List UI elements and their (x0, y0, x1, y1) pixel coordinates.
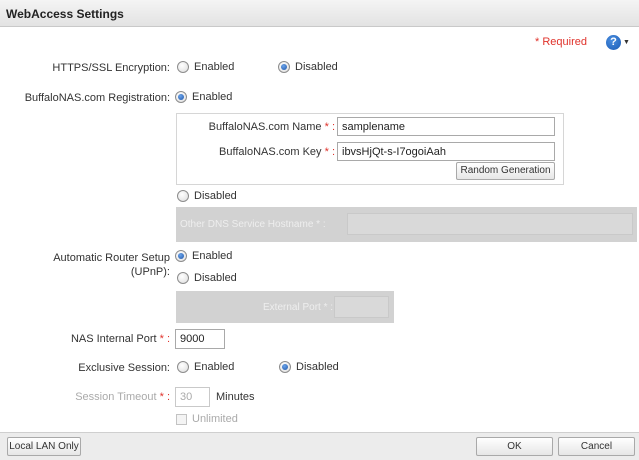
other-dns-label: Other DNS Service Hostname * : (180, 219, 326, 230)
registration-label: BuffaloNAS.com Registration: (24, 92, 170, 104)
help-menu-button[interactable]: ? ▼ (606, 33, 632, 51)
radio-icon (177, 190, 189, 202)
internal-port-input[interactable] (175, 329, 225, 349)
unlimited-checkbox[interactable]: Unlimited (176, 413, 238, 425)
radio-selected-icon (279, 361, 291, 373)
cancel-button[interactable]: Cancel (558, 437, 635, 456)
radio-icon (177, 61, 189, 73)
exclusive-enabled-radio[interactable]: Enabled (177, 361, 234, 373)
random-generation-button[interactable]: Random Generation (456, 162, 555, 180)
radio-selected-icon (175, 91, 187, 103)
exclusive-disabled-radio[interactable]: Disabled (279, 361, 339, 373)
router-disabled-radio[interactable]: Disabled (177, 272, 237, 284)
buffalonas-name-label: BuffaloNAS.com Name * : (208, 121, 335, 133)
session-timeout-unit: Minutes (216, 391, 255, 403)
help-icon: ? (606, 34, 621, 50)
exclusive-session-label: Exclusive Session: (78, 362, 170, 374)
router-enabled-radio[interactable]: Enabled (175, 250, 232, 262)
https-disabled-radio[interactable]: Disabled (278, 61, 338, 73)
router-setup-label-line2: (UPnP): (130, 266, 170, 278)
buffalonas-name-input[interactable] (337, 117, 555, 136)
radio-icon (177, 361, 189, 373)
registration-enabled-radio[interactable]: Enabled (175, 91, 232, 103)
window-title: WebAccess Settings (6, 7, 124, 21)
checkbox-icon (176, 413, 187, 425)
required-note: * Required (535, 36, 587, 48)
https-enabled-radio[interactable]: Enabled (177, 61, 234, 73)
buffalonas-key-label: BuffaloNAS.com Key * : (219, 146, 335, 158)
other-dns-input (347, 213, 633, 235)
router-setup-label-line1: Automatic Router Setup (53, 252, 170, 264)
registration-disabled-radio[interactable]: Disabled (177, 190, 237, 202)
radio-selected-icon (175, 250, 187, 262)
radio-selected-icon (278, 61, 290, 73)
radio-icon (177, 272, 189, 284)
ok-button[interactable]: OK (476, 437, 553, 456)
chevron-down-icon: ▼ (623, 38, 630, 46)
external-port-input (334, 296, 389, 318)
session-timeout-input[interactable] (175, 387, 210, 407)
window-titlebar: WebAccess Settings (0, 0, 639, 27)
buffalonas-key-input[interactable] (337, 142, 555, 161)
local-lan-only-button[interactable]: Local LAN Only (7, 437, 81, 456)
external-port-label: External Port * : (263, 302, 334, 313)
https-label: HTTPS/SSL Encryption: (52, 62, 170, 74)
session-timeout-label: Session Timeout * : (75, 391, 170, 403)
internal-port-label: NAS Internal Port * : (70, 333, 170, 345)
